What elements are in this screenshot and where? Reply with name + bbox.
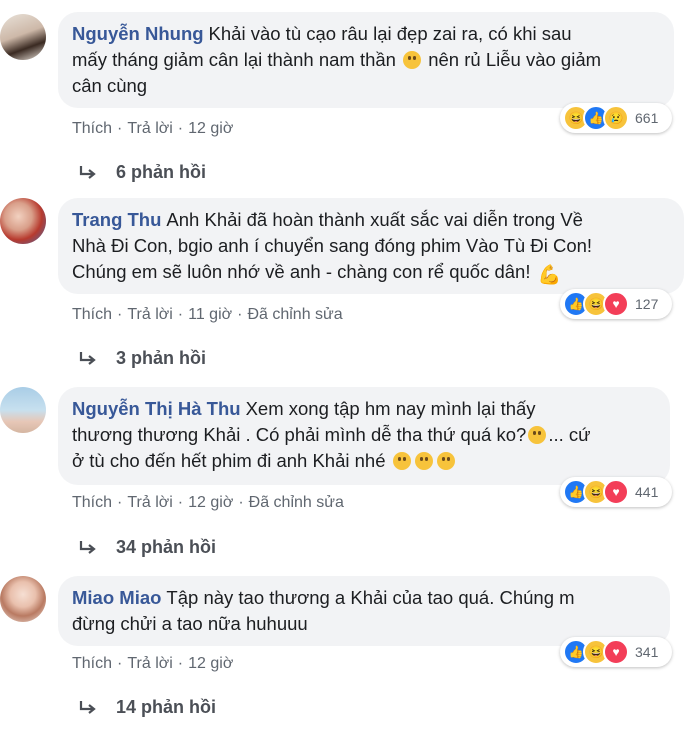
reply-arrow-icon <box>79 540 96 554</box>
comment-actions: Thích · Trả lời · 12 giờ <box>72 120 234 138</box>
reaction-count: 441 <box>635 484 659 500</box>
comment-text: Tập này tao thương a Khải của tao quá. C… <box>166 587 575 608</box>
like-link[interactable]: Thích <box>72 655 112 673</box>
sad-emoji-icon <box>414 452 433 470</box>
comment-author[interactable]: Miao Miao <box>72 587 161 608</box>
love-reaction-icon: ♥ <box>603 479 629 505</box>
reactions-summary[interactable]: 👍 😆 ♥ 127 <box>560 289 672 319</box>
comment-text: đừng chửi a tao nữa huhuuu <box>72 613 308 634</box>
reply-link[interactable]: Trả lời <box>127 306 172 324</box>
comment-time[interactable]: 12 giờ <box>188 494 233 512</box>
view-replies[interactable]: 3 phản hồi <box>78 348 206 369</box>
edited-label[interactable]: Đã chỉnh sửa <box>247 306 342 324</box>
comment-text: Nhà Đi Con, bgio anh í chuyển sang đóng … <box>72 235 593 256</box>
replies-count[interactable]: 3 phản hồi <box>116 348 206 369</box>
replies-count[interactable]: 6 phản hồi <box>116 162 206 183</box>
comment-author[interactable]: Trang Thu <box>72 209 161 230</box>
view-replies[interactable]: 34 phản hồi <box>78 537 216 558</box>
love-reaction-icon: ♥ <box>603 291 629 317</box>
flexed-biceps-emoji-icon: 💪 <box>537 265 562 286</box>
reply-link[interactable]: Trả lời <box>127 494 172 512</box>
comment-actions: Thích · Trả lời · 12 giờ · Đã chỉnh sửa <box>72 494 344 512</box>
reactions-summary[interactable]: 😆 👍 😢 661 <box>560 103 672 133</box>
like-link[interactable]: Thích <box>72 494 112 512</box>
comment-text: Anh Khải đã hoàn thành xuất sắc vai diễn… <box>166 209 583 230</box>
comment-bubble: Nguyễn Nhung Khải vào tù cạo râu lại đẹp … <box>58 12 674 108</box>
comment-text: ... cứ <box>548 424 591 445</box>
view-replies[interactable]: 6 phản hồi <box>78 162 206 183</box>
reaction-count: 661 <box>635 110 659 126</box>
comment-text: cân cùng <box>72 75 148 96</box>
comment-text: mấy tháng giảm cân lại thành nam thần <box>72 49 396 70</box>
comment-actions: Thích · Trả lời · 11 giờ · Đã chỉnh sửa <box>72 306 343 324</box>
reply-arrow-icon <box>79 700 96 714</box>
comment-text: Chúng em sẽ luôn nhớ về anh - chàng con … <box>72 261 531 282</box>
reaction-count: 127 <box>635 296 659 312</box>
reply-link[interactable]: Trả lời <box>127 120 172 138</box>
avatar[interactable] <box>0 14 46 60</box>
comment-time[interactable]: 12 giờ <box>188 655 233 673</box>
sad-emoji-icon <box>436 452 455 470</box>
comment-bubble: Trang Thu Anh Khải đã hoàn thành xuất sắc… <box>58 198 684 294</box>
comment-text: Khải vào tù cạo râu lại đẹp zai ra, có k… <box>208 23 572 44</box>
sad-emoji-icon <box>392 452 411 470</box>
grin-emoji-icon <box>403 51 422 69</box>
view-replies[interactable]: 14 phản hồi <box>78 697 216 718</box>
replies-count[interactable]: 34 phản hồi <box>116 537 216 558</box>
sad-emoji-icon <box>528 426 547 444</box>
like-link[interactable]: Thích <box>72 120 112 138</box>
sad-reaction-icon: 😢 <box>603 105 629 131</box>
avatar[interactable] <box>0 576 46 622</box>
reactions-summary[interactable]: 👍 😆 ♥ 441 <box>560 477 672 507</box>
comment-time[interactable]: 11 giờ <box>188 306 232 324</box>
comment-actions: Thích · Trả lời · 12 giờ <box>72 655 234 673</box>
reactions-summary[interactable]: 👍 😆 ♥ 341 <box>560 637 672 667</box>
comment-bubble: Nguyễn Thị Hà Thu Xem xong tập hm nay mìn… <box>58 387 670 485</box>
avatar[interactable] <box>0 387 46 433</box>
reply-arrow-icon <box>79 165 96 179</box>
love-reaction-icon: ♥ <box>603 639 629 665</box>
comment-text: ở tù cho đến hết phim đi anh Khải nhé <box>72 450 386 471</box>
comment-author[interactable]: Nguyễn Nhung <box>72 23 204 44</box>
comment-author[interactable]: Nguyễn Thị Hà Thu <box>72 398 241 419</box>
comment-bubble: Miao Miao Tập này tao thương a Khải của t… <box>58 576 670 646</box>
like-link[interactable]: Thích <box>72 306 112 324</box>
comment-text: Xem xong tập hm nay mình lại thấy <box>245 398 536 419</box>
reply-arrow-icon <box>79 351 96 365</box>
reply-link[interactable]: Trả lời <box>127 655 172 673</box>
avatar[interactable] <box>0 198 46 244</box>
comment-text: thương thương Khải . Có phải mình dễ tha… <box>72 424 527 445</box>
replies-count[interactable]: 14 phản hồi <box>116 697 216 718</box>
edited-label[interactable]: Đã chỉnh sửa <box>249 494 344 512</box>
comment-time[interactable]: 12 giờ <box>188 120 233 138</box>
comment-text: nên rủ Liễu vào giảm <box>428 49 602 70</box>
reaction-count: 341 <box>635 644 659 660</box>
